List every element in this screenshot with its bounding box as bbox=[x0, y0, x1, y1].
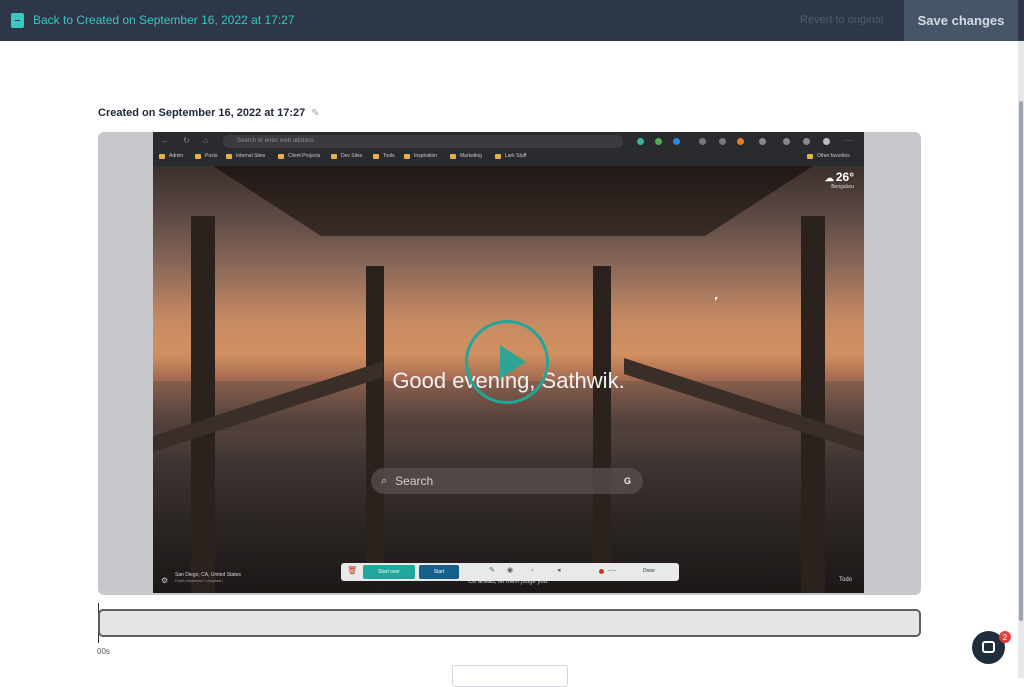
revert-button[interactable]: Revert to original bbox=[800, 14, 883, 26]
weather-temp: 26° bbox=[835, 170, 854, 184]
recorded-search-box: ⌕ Search G bbox=[371, 468, 643, 494]
more-icon: ⋯ bbox=[845, 136, 853, 145]
bookmark-folder: Lark Stuff bbox=[495, 153, 526, 159]
address-bar: Search or enter web address bbox=[223, 135, 623, 148]
folder-icon bbox=[495, 153, 501, 159]
bookmark-folder: Posts bbox=[195, 153, 218, 159]
cloud-icon: ☁ bbox=[824, 173, 834, 183]
extension-icon bbox=[803, 138, 810, 145]
back-link[interactable]: Back to Created on September 16, 2022 at… bbox=[11, 10, 295, 30]
save-button[interactable]: Save changes bbox=[904, 0, 1018, 41]
pergola-post bbox=[593, 266, 611, 566]
location-info: San Diego, CA, United States Frank Mcken… bbox=[175, 572, 241, 583]
recording-timer: --:-- bbox=[608, 568, 617, 574]
recorded-screen: ← ↻ ⌂ Search or enter web address ⋯ Admi… bbox=[153, 132, 864, 593]
gear-icon: ⚙ bbox=[161, 576, 169, 585]
microphone-icon: ♩ bbox=[531, 566, 538, 573]
photo-credit: Frank Mckenna / Unsplash bbox=[175, 578, 223, 583]
recording-title: Created on September 16, 2022 at 17:27 bbox=[98, 107, 306, 119]
folder-icon bbox=[331, 153, 337, 159]
pergola-roof bbox=[213, 166, 813, 236]
scrollbar-thumb[interactable] bbox=[1019, 101, 1023, 621]
extension-icon bbox=[759, 138, 766, 145]
pergola-post bbox=[366, 266, 384, 566]
done-button: Done bbox=[643, 568, 655, 574]
play-icon bbox=[500, 345, 526, 379]
folder-icon bbox=[450, 153, 456, 159]
extension-icon bbox=[699, 138, 706, 145]
speaker-icon: ◂ bbox=[557, 567, 561, 574]
trash-icon: 🗑 bbox=[347, 566, 358, 575]
google-icon: G bbox=[623, 476, 631, 486]
extension-icon bbox=[737, 138, 744, 145]
recording-title-row: Created on September 16, 2022 at 17:27 ✎ bbox=[98, 107, 320, 119]
pergola-post bbox=[191, 216, 215, 593]
folder-icon bbox=[807, 153, 813, 159]
chat-icon bbox=[982, 641, 995, 653]
weather-widget: ☁ 26° Bengaluru bbox=[825, 170, 854, 190]
camera-icon: ◉ bbox=[507, 567, 514, 574]
refresh-icon: ↻ bbox=[183, 136, 190, 145]
bookmark-folder: Tools bbox=[373, 153, 395, 159]
extension-icon bbox=[637, 138, 644, 145]
browser-address-row: ← ↻ ⌂ Search or enter web address ⋯ bbox=[153, 133, 864, 151]
bookmark-folder: Inspiration bbox=[404, 153, 437, 159]
bookmark-folder: Admin bbox=[159, 153, 183, 159]
bookmark-folder: Client Projects bbox=[278, 153, 320, 159]
search-placeholder: Search bbox=[395, 474, 434, 488]
scrollbar-track[interactable] bbox=[1018, 41, 1024, 678]
folder-icon bbox=[195, 153, 201, 159]
folder-icon bbox=[226, 153, 232, 159]
back-link-label: Back to Created on September 16, 2022 at… bbox=[33, 13, 295, 27]
profile-avatar-icon bbox=[823, 138, 830, 145]
pencil-icon[interactable]: ✎ bbox=[311, 108, 319, 119]
extension-icon bbox=[673, 138, 680, 145]
folder-icon bbox=[159, 153, 165, 159]
extension-icon bbox=[655, 138, 662, 145]
bottom-control[interactable] bbox=[452, 665, 568, 687]
back-icon bbox=[11, 12, 24, 28]
pen-icon: ✎ bbox=[489, 567, 495, 574]
bookmark-folder: Dev Sites bbox=[331, 153, 362, 159]
timeline-track[interactable] bbox=[98, 609, 921, 637]
extension-icon bbox=[719, 138, 726, 145]
pergola-post bbox=[801, 216, 825, 593]
bookmarks-bar: Admin Posts Internal Sites Client Projec… bbox=[153, 151, 864, 165]
bookmark-folder: Internal Sites bbox=[226, 153, 265, 159]
bookmark-folder: Marketing bbox=[450, 153, 482, 159]
top-bar: Back to Created on September 16, 2022 at… bbox=[0, 0, 1024, 41]
folder-icon bbox=[373, 153, 379, 159]
start-over-button: Start over bbox=[363, 565, 415, 579]
browser-chrome: ← ↻ ⌂ Search or enter web address ⋯ Admi… bbox=[153, 132, 864, 166]
folder-icon bbox=[278, 153, 284, 159]
weather-city: Bengaluru bbox=[831, 184, 854, 190]
search-icon: ⌕ bbox=[381, 474, 388, 487]
home-icon: ⌂ bbox=[203, 136, 208, 145]
back-arrow-icon: ← bbox=[161, 136, 169, 145]
folder-icon bbox=[404, 153, 410, 159]
video-player[interactable]: ← ↻ ⌂ Search or enter web address ⋯ Admi… bbox=[98, 132, 921, 595]
recording-toolbar: 🗑 Start over Start ✎ ◉ ♩ ◂ --:-- Done bbox=[341, 563, 679, 581]
play-button[interactable] bbox=[465, 320, 549, 404]
todo-label: Todo bbox=[838, 577, 852, 583]
timeline-time-label: 00s bbox=[97, 647, 110, 656]
chat-badge: 2 bbox=[999, 631, 1011, 643]
start-button: Start bbox=[419, 565, 459, 579]
bookmark-folder: Other favorites bbox=[807, 153, 850, 159]
mouse-cursor bbox=[715, 297, 718, 301]
record-dot-icon bbox=[599, 569, 604, 574]
extension-icon bbox=[783, 138, 790, 145]
